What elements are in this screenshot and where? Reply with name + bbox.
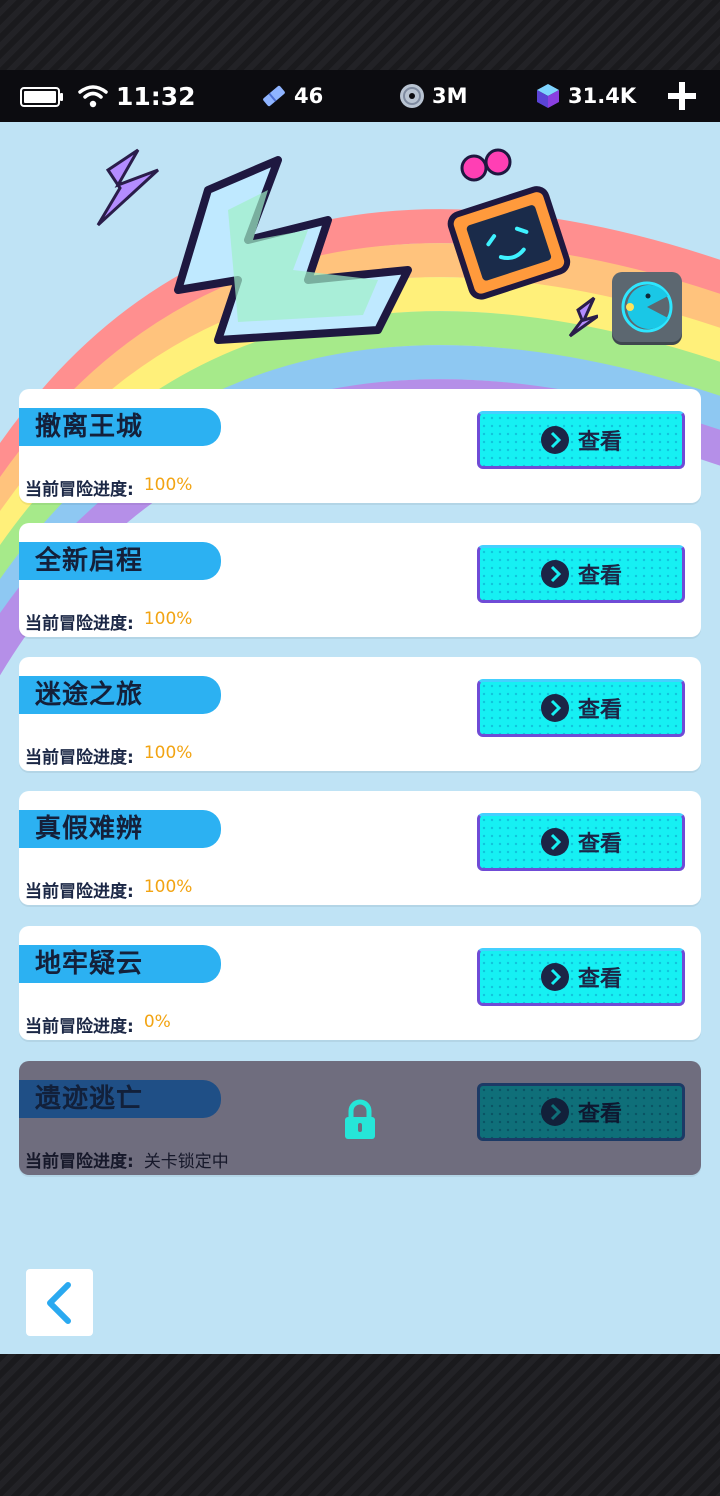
level-progress: 当前冒险进度: 100%	[25, 743, 192, 768]
pacman-button[interactable]	[612, 272, 682, 342]
progress-label: 当前冒险进度:	[25, 1017, 134, 1037]
level-card-5: 地牢疑云 当前冒险进度: 0% 查看	[19, 926, 701, 1040]
chevron-right-circle-icon	[540, 1098, 569, 1126]
level-card-2: 全新启程 当前冒险进度: 100% 查看	[19, 523, 701, 637]
level-progress: 当前冒险进度: 100%	[25, 475, 192, 500]
level-progress: 当前冒险进度: 0%	[25, 1012, 171, 1037]
progress-label: 当前冒险进度:	[25, 1152, 134, 1172]
pacman-icon	[621, 281, 673, 333]
ticket-icon	[263, 85, 285, 107]
disc-icon	[400, 84, 424, 108]
progress-label: 当前冒险进度:	[25, 882, 134, 902]
gems-counter[interactable]: 31.4K	[534, 82, 636, 110]
view-button[interactable]: 查看	[477, 948, 685, 1006]
view-button[interactable]: 查看	[477, 411, 685, 469]
chevron-right-circle-icon	[540, 963, 569, 991]
view-button-label: 查看	[577, 430, 622, 455]
view-button[interactable]: 查看	[477, 679, 685, 737]
wifi-icon	[78, 85, 108, 108]
discs-count: 3M	[432, 84, 468, 108]
progress-value: 0%	[143, 1012, 171, 1032]
level-name: 撤离王城	[19, 408, 221, 446]
chevron-left-icon	[47, 1282, 71, 1324]
progress-value: 100%	[143, 475, 193, 495]
chevron-right-circle-icon	[540, 694, 569, 722]
level-card-3: 迷途之旅 当前冒险进度: 100% 查看	[19, 657, 701, 771]
view-button-label: 查看	[577, 967, 622, 992]
level-progress: 当前冒险进度: 关卡锁定中	[25, 1147, 229, 1172]
progress-label: 当前冒险进度:	[25, 748, 134, 768]
level-name: 真假难辨	[19, 810, 221, 848]
tickets-count: 46	[294, 84, 324, 108]
clock-time: 11:32	[116, 82, 196, 111]
progress-value: 100%	[143, 877, 193, 897]
level-name: 迷途之旅	[19, 676, 221, 714]
view-button[interactable]: 查看	[477, 545, 685, 603]
view-button[interactable]: 查看	[477, 813, 685, 871]
gem-cube-icon	[537, 84, 559, 108]
battery-icon	[20, 87, 63, 107]
view-button-label: 查看	[577, 564, 622, 589]
status-bar: 11:32 46 3M 31.4K	[0, 70, 720, 122]
top-bezel	[0, 0, 720, 70]
chevron-right-circle-icon	[540, 560, 569, 588]
level-name: 全新启程	[19, 542, 221, 580]
level-name: 地牢疑云	[19, 945, 221, 983]
view-button-label: 查看	[577, 1102, 622, 1127]
progress-value: 关卡锁定中	[143, 1152, 229, 1172]
progress-label: 当前冒险进度:	[25, 614, 134, 634]
view-button-label: 查看	[577, 832, 622, 857]
view-button-label: 查看	[577, 698, 622, 723]
gems-count: 31.4K	[568, 84, 637, 108]
chevron-right-circle-icon	[540, 828, 569, 856]
level-card-1: 撤离王城 当前冒险进度: 100% 查看	[19, 389, 701, 503]
view-button[interactable]: 查看	[477, 1083, 685, 1141]
level-name: 遗迹逃亡	[19, 1080, 221, 1118]
level-card-6-locked: 遗迹逃亡 当前冒险进度: 关卡锁定中 查看	[19, 1061, 701, 1175]
level-progress: 当前冒险进度: 100%	[25, 877, 192, 902]
game-logo	[96, 148, 598, 344]
bottom-bezel	[0, 1354, 720, 1496]
level-progress: 当前冒险进度: 100%	[25, 609, 192, 634]
plus-icon[interactable]	[666, 80, 698, 112]
tickets-counter[interactable]: 46	[260, 82, 323, 110]
progress-label: 当前冒险进度:	[25, 480, 134, 500]
discs-counter[interactable]: 3M	[398, 82, 468, 110]
back-button[interactable]	[26, 1269, 93, 1336]
chevron-right-circle-icon	[540, 426, 569, 454]
progress-value: 100%	[143, 609, 193, 629]
lock-icon	[345, 1099, 375, 1139]
level-card-4: 真假难辨 当前冒险进度: 100% 查看	[19, 791, 701, 905]
progress-value: 100%	[143, 743, 193, 763]
game-area: 撤离王城 当前冒险进度: 100% 查看 全新启程 当前冒险进度: 100% 查…	[0, 122, 720, 1354]
